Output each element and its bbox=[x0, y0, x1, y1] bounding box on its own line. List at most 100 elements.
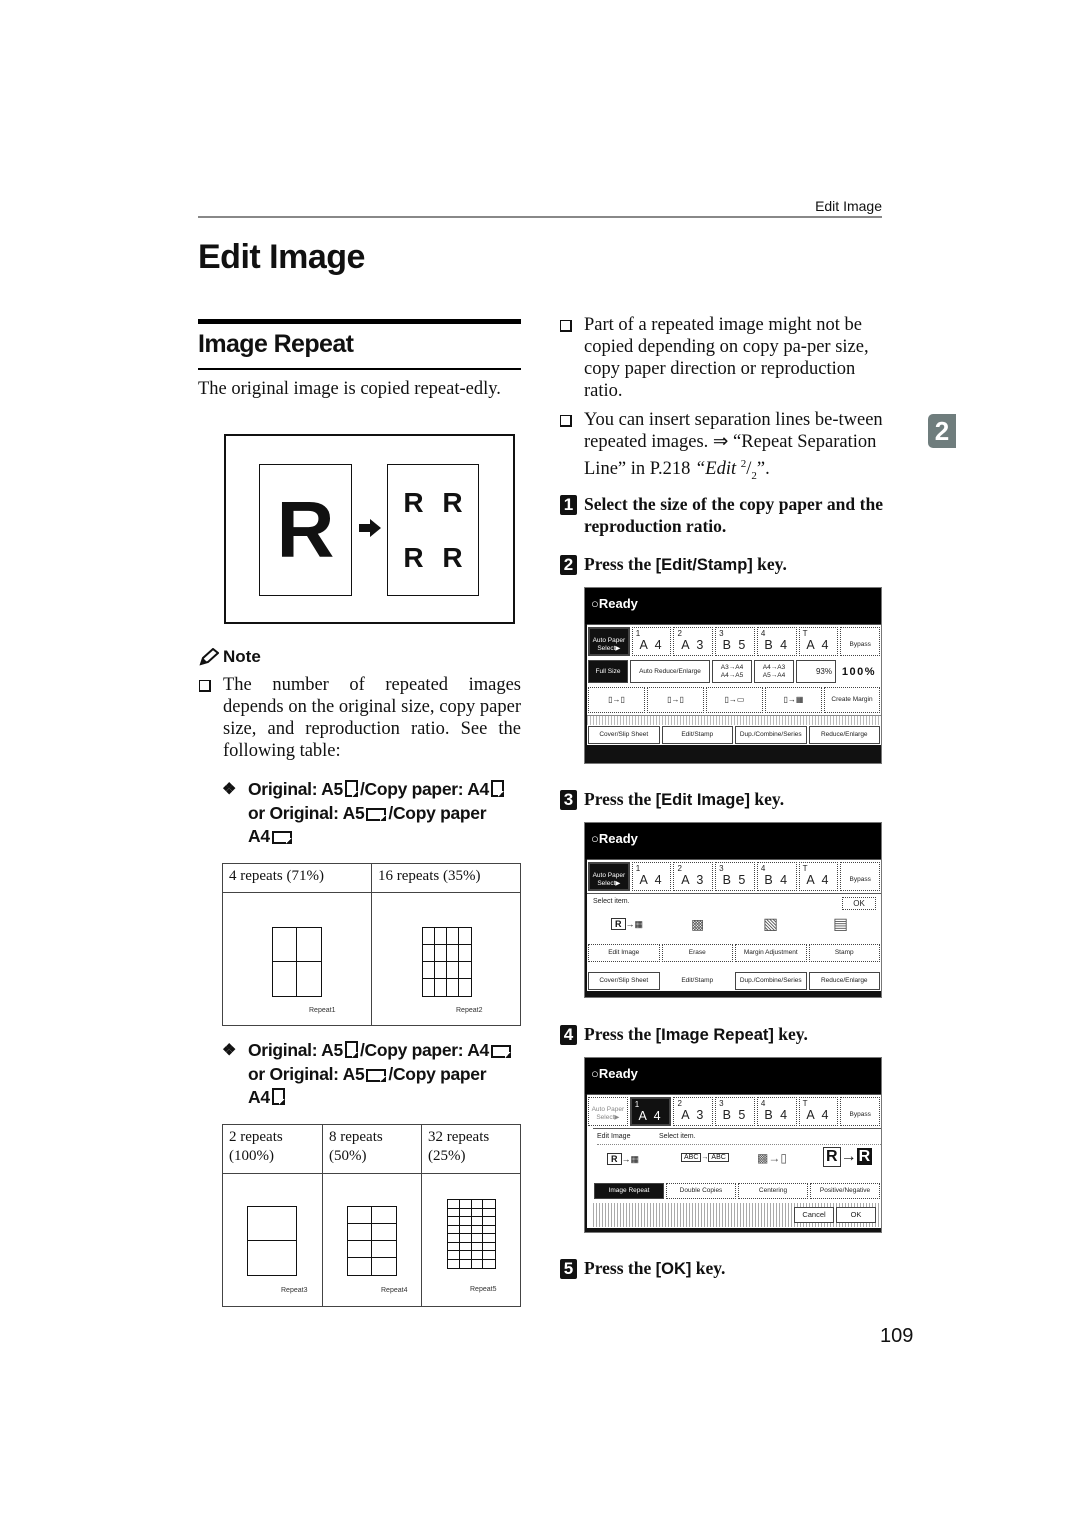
section-rule-bottom bbox=[198, 368, 521, 370]
page-number: 109 bbox=[880, 1325, 914, 1347]
arrow-right-icon bbox=[359, 519, 381, 537]
preset-reduce-button[interactable]: A3→A4 A4→A5 bbox=[712, 660, 752, 683]
tray-button[interactable]: 2A 3 bbox=[673, 1097, 714, 1126]
double-copies-button[interactable]: Double Copies bbox=[666, 1183, 736, 1199]
tray-button[interactable]: 1A 4 bbox=[631, 627, 672, 656]
tray-button[interactable]: 4B 4 bbox=[756, 1097, 797, 1126]
full-size-button[interactable]: Full Size bbox=[588, 660, 628, 683]
tray-button[interactable]: 3B 5 bbox=[715, 627, 755, 656]
stamp-button[interactable]: Stamp bbox=[808, 944, 880, 962]
tray-size: B 5 bbox=[722, 1108, 748, 1122]
tray-size: A 4 bbox=[639, 638, 664, 652]
note-label: Note bbox=[223, 647, 261, 666]
step-number: 4 bbox=[560, 1025, 577, 1045]
status-bar: ○Ready bbox=[585, 823, 881, 859]
create-margin-button[interactable]: Create Margin bbox=[824, 687, 880, 713]
positive-negative-button[interactable]: Positive/Negative bbox=[810, 1183, 880, 1199]
tray-button[interactable]: TA 4 bbox=[798, 627, 839, 656]
tab-reduce-enlarge[interactable]: Reduce/Enlarge bbox=[808, 972, 880, 990]
bypass-button[interactable]: Bypass bbox=[840, 627, 881, 656]
figure-cell: Repeat2 bbox=[371, 892, 521, 1026]
grid-cell bbox=[472, 1259, 484, 1268]
edit-image-menu-area: Edit Image Select item. R →▦ ABC → ABC ▩→▯ … bbox=[593, 1128, 881, 1228]
tab-cover-slip-sheet[interactable]: Cover/Slip Sheet bbox=[588, 726, 660, 744]
tray-id: 2 bbox=[677, 629, 683, 638]
portrait-paper-icon bbox=[344, 780, 358, 797]
step-post: key. bbox=[750, 789, 785, 809]
bypass-button[interactable]: Bypass bbox=[840, 1097, 881, 1126]
image-repeat-button[interactable]: Image Repeat bbox=[594, 1183, 664, 1199]
tray-button[interactable]: TA 4 bbox=[798, 862, 839, 891]
tray-button[interactable]: 1A 4 bbox=[629, 1097, 672, 1126]
tray-button[interactable]: 3B 5 bbox=[715, 1097, 755, 1126]
auto-paper-select-button[interactable]: Auto Paper Select▶ bbox=[588, 627, 630, 656]
tab-edit-stamp[interactable]: Edit/Stamp bbox=[661, 972, 733, 990]
control-panel-screen-1: ○Ready Auto Paper Select▶ 1A 4 2A 3 3B 5… bbox=[584, 587, 882, 764]
tray-button[interactable]: 2A 3 bbox=[673, 862, 714, 891]
auto-reduce-enlarge-button[interactable]: Auto Reduce/Enlarge bbox=[630, 660, 710, 683]
tray-button[interactable]: 4B 4 bbox=[756, 862, 797, 891]
bypass-button[interactable]: Bypass bbox=[840, 862, 881, 891]
grid-cell bbox=[448, 1251, 460, 1260]
checkbox-bullet-icon bbox=[199, 680, 211, 692]
bullet-text: You can insert separation lines be-tween… bbox=[584, 410, 883, 482]
auto-paper-select-button[interactable]: Auto Paper Select▶ bbox=[588, 862, 630, 891]
tray-size: A 3 bbox=[681, 1108, 706, 1122]
tray-size: A 3 bbox=[681, 638, 706, 652]
case1-text: A4 bbox=[248, 826, 270, 846]
prompt-text: Select item. bbox=[593, 898, 630, 905]
step-pre: Press the bbox=[584, 789, 656, 809]
tray-id: 3 bbox=[719, 864, 725, 873]
grid-cell bbox=[448, 1225, 460, 1234]
duplex-1to2-button[interactable]: ▯→▯ bbox=[588, 687, 645, 713]
bullet-text: Part of a repeated image might not be co… bbox=[584, 315, 869, 401]
custom-ratio-button[interactable]: 93% bbox=[796, 660, 836, 683]
margin-adjustment-button[interactable]: Margin Adjustment bbox=[735, 944, 807, 962]
copy-page: R R R R bbox=[387, 464, 479, 596]
erase-button[interactable]: Erase bbox=[661, 944, 733, 962]
combine-2up-button[interactable]: ▯→▭ bbox=[706, 687, 763, 713]
tab-reduce-enlarge[interactable]: Reduce/Enlarge bbox=[808, 726, 880, 744]
grid-cell bbox=[459, 1234, 472, 1243]
tray-button[interactable]: TA 4 bbox=[798, 1097, 839, 1126]
figure-label: Repeat1 bbox=[309, 1007, 336, 1014]
step-5: 5 Press the [OK] key. bbox=[560, 1257, 883, 1280]
duplex-2to2-button[interactable]: ▯→▯ bbox=[647, 687, 704, 713]
grid-cell bbox=[297, 928, 321, 962]
grid-cell bbox=[459, 1208, 472, 1217]
centering-button[interactable]: Centering bbox=[738, 1183, 808, 1199]
repeat-ratio: (50%) bbox=[329, 1148, 367, 1164]
grid-cell bbox=[372, 1224, 396, 1241]
grid-cell bbox=[459, 928, 471, 945]
grid-cell bbox=[459, 1251, 472, 1260]
tray-button[interactable]: 4B 4 bbox=[756, 627, 797, 656]
portrait-paper-icon bbox=[344, 1041, 358, 1058]
case1-text: Original: A5 bbox=[248, 779, 343, 799]
ok-button[interactable]: OK bbox=[836, 1207, 876, 1223]
tray-id: T bbox=[802, 1099, 809, 1108]
repeat-grid bbox=[247, 1206, 297, 1276]
tray-id: 3 bbox=[719, 629, 725, 638]
tab-dup-combine-series[interactable]: Dup./Combine/Series bbox=[735, 972, 807, 990]
ok-button[interactable]: OK bbox=[842, 897, 876, 910]
repeat-grid bbox=[347, 1206, 397, 1276]
tray-size: A 4 bbox=[638, 1109, 663, 1123]
cancel-button[interactable]: Cancel bbox=[794, 1207, 834, 1223]
repeat-ratio: (100%) bbox=[229, 1148, 274, 1164]
tray-button[interactable]: 3B 5 bbox=[715, 862, 755, 891]
grid-cell bbox=[471, 1208, 484, 1217]
combine-4up-button[interactable]: ▯→▦ bbox=[765, 687, 822, 713]
copy-letter: R bbox=[442, 486, 463, 518]
case2-text: Original: A5 bbox=[248, 1040, 343, 1060]
tray-button[interactable]: 1A 4 bbox=[631, 862, 672, 891]
grid-cell bbox=[483, 1234, 495, 1243]
tab-cover-slip-sheet[interactable]: Cover/Slip Sheet bbox=[588, 972, 660, 990]
tab-edit-stamp[interactable]: Edit/Stamp bbox=[661, 726, 733, 744]
auto-paper-select-button[interactable]: Auto Paper Select▶ bbox=[588, 1097, 628, 1126]
case2-text: /Copy paper bbox=[388, 1063, 487, 1084]
preset-enlarge-button[interactable]: A4→A3 A5→A4 bbox=[754, 660, 794, 683]
tray-button[interactable]: 2A 3 bbox=[673, 627, 714, 656]
grid-cell bbox=[348, 1241, 372, 1258]
edit-image-button[interactable]: Edit Image bbox=[588, 944, 660, 962]
tab-dup-combine-series[interactable]: Dup./Combine/Series bbox=[735, 726, 807, 744]
